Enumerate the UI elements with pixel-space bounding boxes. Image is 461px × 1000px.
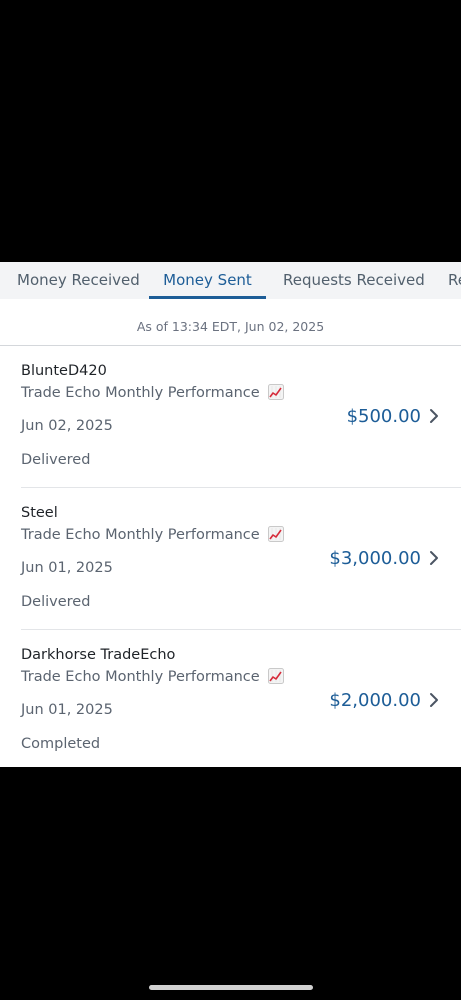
tab-requests-partial[interactable]: Re [448,262,461,299]
chevron-right-icon [430,551,438,565]
transaction-status: Delivered [21,452,91,468]
recipient-name: BlunteD420 [21,363,107,379]
chart-increasing-icon [268,384,285,400]
activity-panel: Money Received Money Sent Requests Recei… [0,262,461,767]
amount-button[interactable]: $3,000.00 [329,546,439,570]
tab-label: Money Sent [163,271,252,289]
memo-label: Trade Echo Monthly Performance [21,385,260,401]
transaction-row[interactable]: Darkhorse TradeEcho Trade Echo Monthly P… [0,630,461,767]
transaction-amount: $2,000.00 [329,689,421,711]
tab-money-sent[interactable]: Money Sent [149,262,266,299]
amount-button[interactable]: $2,000.00 [329,688,439,712]
recipient-name: Steel [21,505,58,521]
tab-requests-received[interactable]: Requests Received [283,262,425,299]
app-screen: Money Received Money Sent Requests Recei… [0,0,461,1000]
chevron-right-icon [430,409,438,423]
transaction-date: Jun 01, 2025 [21,560,113,576]
memo-text: Trade Echo Monthly Performance [21,526,285,543]
transaction-row[interactable]: BlunteD420 Trade Echo Monthly Performanc… [0,346,461,488]
transaction-date: Jun 02, 2025 [21,418,113,434]
transaction-list: BlunteD420 Trade Echo Monthly Performanc… [0,346,461,767]
as-of-timestamp: As of 13:34 EDT, Jun 02, 2025 [0,299,461,346]
tab-label: Re [448,271,461,289]
recipient-name: Darkhorse TradeEcho [21,647,176,663]
transaction-status: Delivered [21,594,91,610]
tab-bar: Money Received Money Sent Requests Recei… [0,262,461,299]
active-tab-indicator [149,296,266,299]
memo-label: Trade Echo Monthly Performance [21,527,260,543]
amount-button[interactable]: $500.00 [347,404,439,428]
tab-label: Money Received [17,271,140,289]
memo-label: Trade Echo Monthly Performance [21,669,260,685]
memo-text: Trade Echo Monthly Performance [21,668,285,685]
home-indicator[interactable] [149,985,313,990]
transaction-date: Jun 01, 2025 [21,702,113,718]
memo-text: Trade Echo Monthly Performance [21,384,285,401]
chart-increasing-icon [268,526,285,542]
chart-increasing-icon [268,668,285,684]
chevron-right-icon [430,693,438,707]
transaction-amount: $3,000.00 [329,547,421,569]
transaction-status: Completed [21,736,101,752]
transaction-row[interactable]: Steel Trade Echo Monthly Performance Jun… [0,488,461,630]
tab-label: Requests Received [283,271,425,289]
tab-money-received[interactable]: Money Received [17,262,140,299]
transaction-amount: $500.00 [346,405,421,427]
